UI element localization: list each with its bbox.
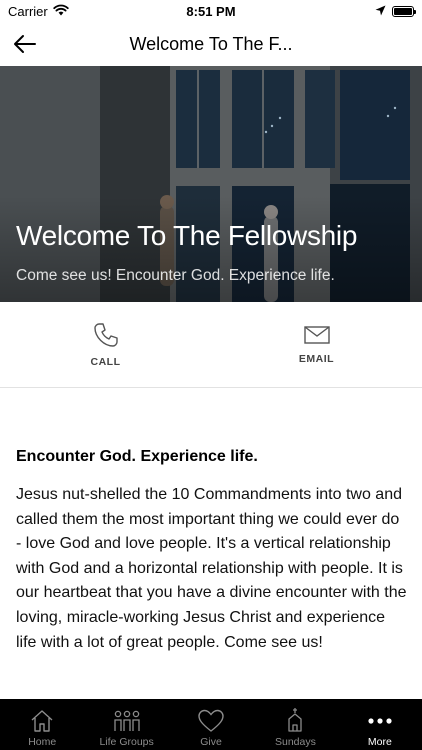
phone-icon xyxy=(93,323,118,347)
tab-bar: Home Life Groups Give Sundays More xyxy=(0,699,422,750)
location-arrow-icon xyxy=(375,4,386,19)
call-label: CALL xyxy=(90,356,121,368)
content-heading: Encounter God. Experience life. xyxy=(16,448,258,465)
home-icon xyxy=(31,710,53,732)
contact-actions: CALL EMAIL xyxy=(0,302,422,388)
hero-title: Welcome To The Fellowship xyxy=(16,220,358,251)
email-button[interactable]: EMAIL xyxy=(211,302,422,388)
hero-subtitle: Come see us! Encounter God. Experience l… xyxy=(16,267,335,284)
content-body: Jesus nut-shelled the 10 Commandments in… xyxy=(16,486,407,651)
hero-image: Welcome To The Fellowship Come see us! E… xyxy=(0,66,422,302)
page-title: Welcome To The F... xyxy=(129,33,293,54)
back-arrow-icon xyxy=(14,35,36,53)
tab-give[interactable]: Give xyxy=(169,699,253,750)
battery-icon xyxy=(392,5,416,17)
tab-give-label: Give xyxy=(200,736,222,748)
call-button[interactable]: CALL xyxy=(0,302,211,388)
tab-life-groups-label: Life Groups xyxy=(99,736,154,748)
navigation-bar: Welcome To The F... xyxy=(0,22,422,66)
tab-life-groups[interactable]: Life Groups xyxy=(84,699,168,750)
church-icon xyxy=(288,708,303,732)
status-bar: Carrier 8:51 PM xyxy=(0,0,422,22)
tab-more[interactable]: More xyxy=(338,699,422,750)
email-label: EMAIL xyxy=(298,353,335,365)
heart-icon xyxy=(198,709,224,732)
tab-more-label: More xyxy=(367,736,392,748)
tab-home[interactable]: Home xyxy=(0,699,84,750)
back-button[interactable] xyxy=(10,30,40,58)
carrier-label: Carrier xyxy=(8,3,48,19)
more-icon xyxy=(368,718,392,724)
people-icon xyxy=(113,710,140,731)
tab-sundays-label: Sundays xyxy=(274,736,316,748)
envelope-icon xyxy=(303,326,330,344)
welcome-content: Encounter God. Experience life. Jesus nu… xyxy=(16,448,408,655)
tab-sundays[interactable]: Sundays xyxy=(253,699,337,750)
tab-home-label: Home xyxy=(28,736,57,748)
wifi-icon xyxy=(53,4,69,19)
